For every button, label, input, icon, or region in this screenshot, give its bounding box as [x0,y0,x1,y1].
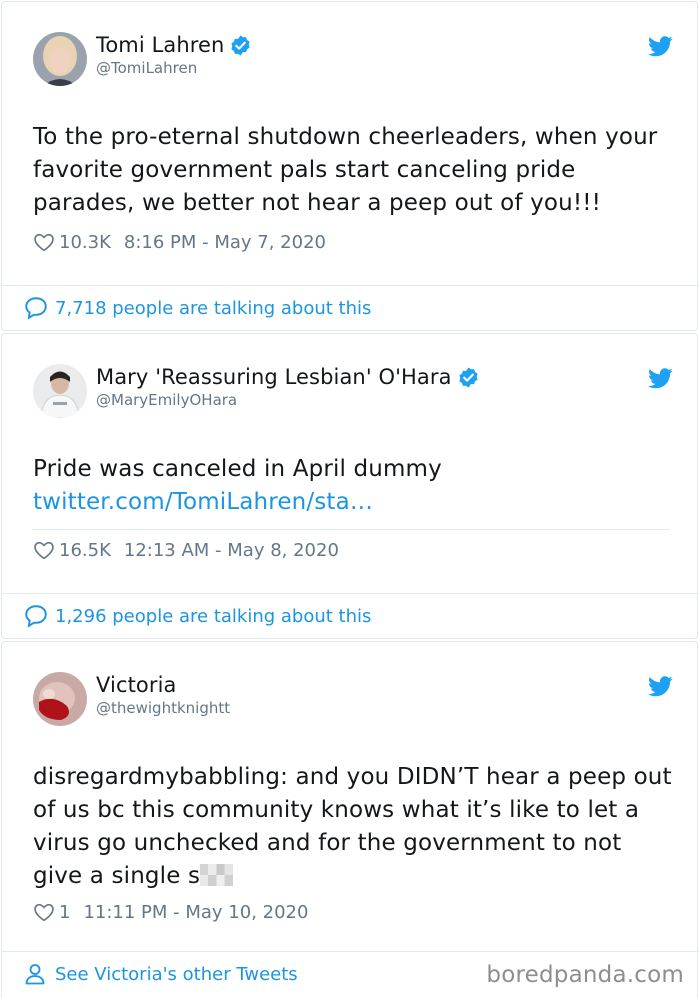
tweet-header: Mary 'Reassuring Lesbian' O'Hara @MaryEm… [33,364,673,420]
tweet-meta: 10.3K 8:16 PM - May 7, 2020 [33,231,326,253]
speech-bubble-icon [25,297,47,320]
heart-icon[interactable] [33,539,55,561]
timestamp[interactable]: 12:13 AM - May 8, 2020 [124,540,339,561]
avatar[interactable] [33,364,87,418]
like-count: 10.3K [59,231,111,253]
person-icon [25,964,45,985]
handle[interactable]: @MaryEmilyOHara [96,391,237,409]
twitter-bird-icon[interactable] [648,36,673,57]
handle[interactable]: @TomiLahren [96,59,197,77]
tweet-link[interactable]: twitter.com/TomiLahren/sta… [33,486,673,519]
tweet-header: Victoria @thewightknightt [33,672,673,728]
twitter-bird-icon[interactable] [648,368,673,389]
talking-about-label[interactable]: 1,296 people are talking about this [55,606,371,627]
tweet-text: To the pro-eternal shutdown cheerleaders… [33,124,658,216]
avatar[interactable] [33,672,87,726]
tweet-meta: 1 11:11 PM - May 10, 2020 [33,901,308,923]
name-row: Tomi Lahren [96,33,252,57]
name-row: Mary 'Reassuring Lesbian' O'Hara [96,365,480,389]
other-tweets-link[interactable]: See Victoria's other Tweets [23,962,298,986]
tweet-text-body: Pride was canceled in April dummy [33,456,442,482]
verified-badge-icon [457,366,480,389]
talking-about-link[interactable]: 7,718 people are talking about this [23,295,371,321]
heart-icon[interactable] [33,901,55,923]
avatar[interactable] [33,32,87,86]
censored-pixelation [200,864,234,886]
tweet-meta: 16.5K 12:13 AM - May 8, 2020 [33,539,339,561]
other-tweets-label[interactable]: See Victoria's other Tweets [55,964,298,985]
tweet-header: Tomi Lahren @TomiLahren [33,32,673,88]
tweet-card-1: Tomi Lahren @TomiLahren To the pro-etern… [1,1,699,331]
divider [2,951,699,952]
verified-badge-icon [229,34,252,57]
like-count: 1 [59,901,71,923]
tweet-text-body: disregardmybabbling: and you DIDN’T hear… [33,764,672,889]
heart-icon[interactable] [33,231,55,253]
talking-about-link[interactable]: 1,296 people are talking about this [23,603,371,629]
timestamp[interactable]: 8:16 PM - May 7, 2020 [124,232,326,253]
talking-about-label[interactable]: 7,718 people are talking about this [55,298,371,319]
display-name[interactable]: Tomi Lahren [96,33,224,57]
display-name[interactable]: Victoria [96,673,177,697]
handle[interactable]: @thewightknightt [96,699,230,717]
watermark: boredpanda.com [486,962,684,988]
speech-bubble-icon [25,605,47,628]
name-row: Victoria [96,673,177,697]
tweet-card-2: Mary 'Reassuring Lesbian' O'Hara @MaryEm… [1,333,699,639]
timestamp[interactable]: 11:11 PM - May 10, 2020 [83,902,308,923]
tweet-card-3: Victoria @thewightknightt disregardmybab… [1,641,699,998]
display-name[interactable]: Mary 'Reassuring Lesbian' O'Hara [96,365,452,389]
divider [2,285,699,286]
like-count: 16.5K [59,539,111,561]
tweet-text: disregardmybabbling: and you DIDN’T hear… [33,761,673,893]
divider [2,593,699,594]
twitter-bird-icon[interactable] [648,676,673,697]
link-divider [33,529,670,530]
tweet-text: Pride was canceled in April dummy twitte… [33,453,673,519]
